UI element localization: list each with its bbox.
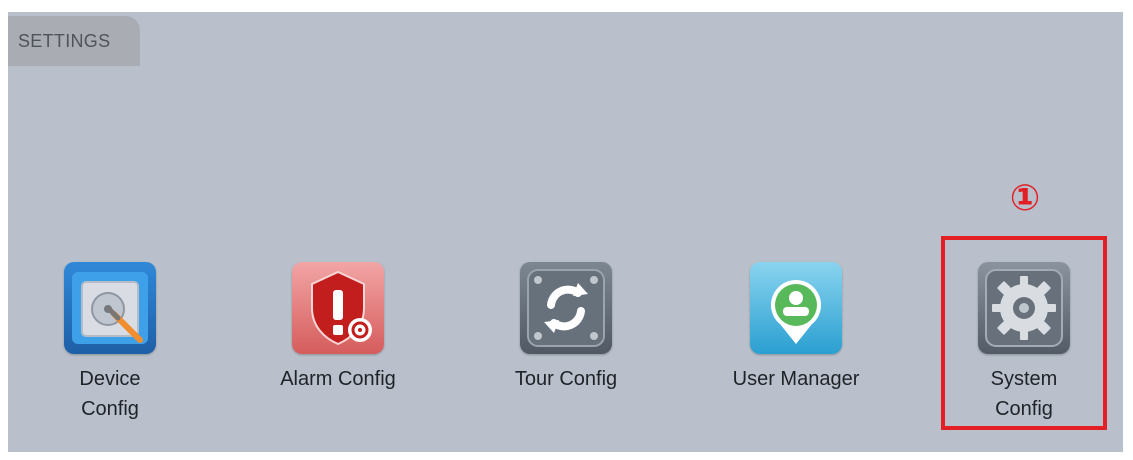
alarm-config-icon — [292, 262, 384, 354]
user-manager-button[interactable]: User Manager — [706, 262, 886, 394]
user-manager-label: User Manager — [732, 368, 860, 390]
tour-config-icon — [520, 262, 612, 354]
alarm-config-label: Alarm Config — [280, 368, 396, 390]
tour-config-label: Tour Config — [514, 368, 618, 390]
system-config-button[interactable]: System Config — [934, 262, 1114, 424]
device-config-icon — [64, 262, 156, 354]
user-manager-icon — [750, 262, 842, 354]
device-config-label: Device Config — [79, 368, 141, 420]
settings-tab[interactable]: SETTINGS — [8, 16, 140, 66]
alarm-config-button[interactable]: Alarm Config — [248, 262, 428, 394]
system-config-icon — [978, 262, 1070, 354]
step-marker: ① — [1009, 177, 1041, 218]
system-config-label: System Config — [990, 368, 1058, 420]
tour-config-button[interactable]: Tour Config — [476, 262, 656, 394]
device-config-button[interactable]: Device Config — [20, 262, 200, 424]
